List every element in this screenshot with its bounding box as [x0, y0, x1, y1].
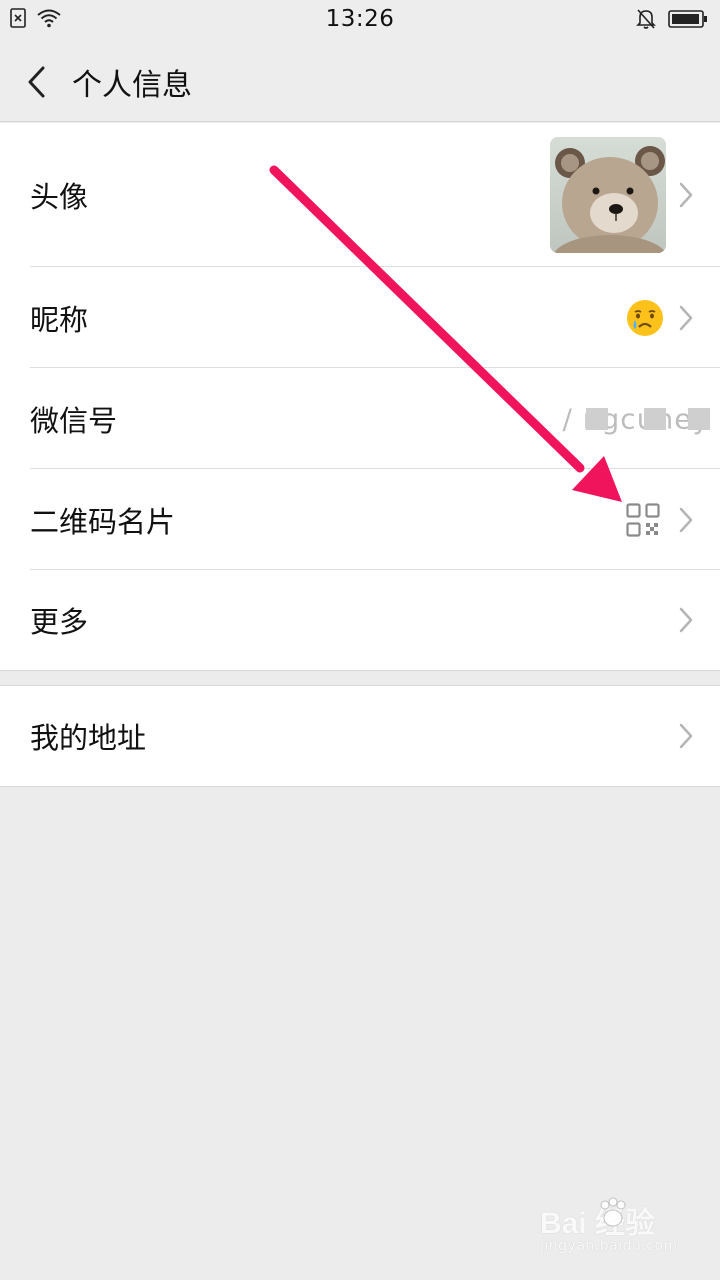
chevron-left-icon — [28, 66, 45, 98]
status-right — [636, 8, 708, 30]
chevron-right-icon — [679, 507, 693, 532]
row-more[interactable]: 更多 — [0, 570, 720, 670]
chevron-right-icon — [679, 305, 693, 330]
status-time: 13:26 — [325, 6, 395, 32]
avatar — [550, 137, 666, 253]
address-group: 我的地址 — [0, 685, 720, 787]
status-bar: 13:26 — [0, 0, 720, 40]
chevron-right-icon — [679, 182, 693, 208]
page-title: 个人信息 — [72, 68, 192, 103]
mosaic-block — [586, 407, 608, 430]
battery-icon — [668, 10, 707, 28]
back-button[interactable] — [20, 62, 52, 102]
mosaic-block — [644, 407, 666, 430]
row-label: 昵称 — [30, 302, 89, 337]
chevron-right-icon — [679, 723, 693, 749]
mosaic-block — [688, 407, 710, 430]
row-label: 头像 — [30, 180, 89, 214]
row-label: 微信号 — [30, 403, 118, 438]
nav-bar: 个人信息 — [0, 40, 720, 122]
row-label: 我的地址 — [30, 721, 147, 755]
bell-muted-icon — [636, 9, 656, 29]
qr-code-icon — [626, 502, 660, 537]
row-label: 二维码名片 — [30, 504, 176, 539]
watermark: Bai 经验 jingyan.baidu.com — [540, 1197, 680, 1258]
row-qr-code[interactable]: 二维码名片 — [0, 469, 720, 570]
teddy-bear-avatar — [550, 137, 666, 253]
row-wechat-id[interactable]: 微信号 / ngcuney — [0, 368, 720, 469]
crying-face-emoji — [627, 299, 663, 336]
chevron-right-icon — [679, 607, 693, 633]
row-label: 更多 — [30, 605, 89, 639]
row-nickname[interactable]: 昵称 — [0, 267, 720, 368]
profile-settings-group: 头像 昵称 微信号 / ngcuney 二维码名片 更多 — [0, 123, 720, 671]
paw-icon — [600, 1197, 626, 1227]
row-avatar[interactable]: 头像 — [0, 123, 720, 267]
watermark-url: jingyan.baidu.com — [540, 1238, 678, 1254]
row-my-address[interactable]: 我的地址 — [0, 686, 720, 786]
